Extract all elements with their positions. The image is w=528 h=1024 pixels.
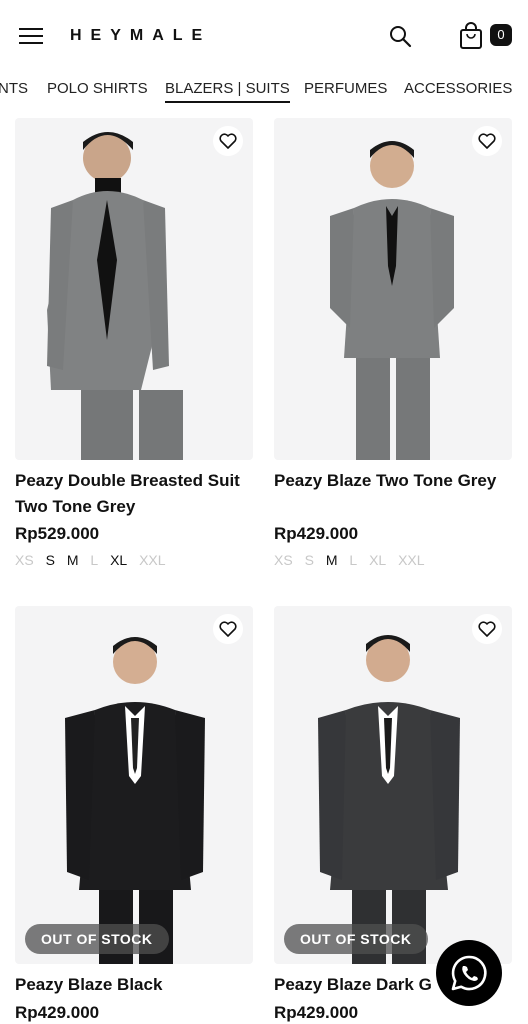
- product-image[interactable]: OUT OF STOCK: [274, 606, 512, 964]
- product-image[interactable]: [274, 118, 512, 460]
- hamburger-menu-icon[interactable]: [19, 28, 43, 44]
- size-option[interactable]: S: [305, 552, 314, 568]
- top-header: HEYMALE 0: [0, 0, 528, 70]
- size-list: XS S M L XL XXL: [274, 552, 433, 568]
- size-option[interactable]: XS: [274, 552, 293, 568]
- tab-perfumes[interactable]: PERFUMES: [304, 80, 387, 97]
- cart-count-badge: 0: [490, 24, 512, 46]
- product-name[interactable]: Peazy Blaze Black: [15, 972, 253, 998]
- product-image[interactable]: [15, 118, 253, 460]
- product-name[interactable]: Peazy Blaze Two Tone Grey: [274, 468, 512, 494]
- tab-pants[interactable]: NTS: [0, 80, 28, 97]
- out-of-stock-badge: OUT OF STOCK: [25, 924, 169, 954]
- size-option[interactable]: XS: [15, 552, 34, 568]
- size-option[interactable]: XXL: [139, 552, 165, 568]
- brand-logo[interactable]: HEYMALE: [70, 27, 211, 45]
- favorite-heart-icon[interactable]: [472, 126, 502, 156]
- favorite-heart-icon[interactable]: [472, 614, 502, 644]
- tab-accessories[interactable]: ACCESSORIES: [404, 80, 512, 97]
- tab-polo-shirts[interactable]: POLO SHIRTS: [47, 80, 148, 97]
- product-price: Rp429.000: [15, 1003, 100, 1022]
- size-option[interactable]: XL: [369, 552, 386, 568]
- product-price: Rp429.000: [274, 524, 359, 543]
- out-of-stock-badge: OUT OF STOCK: [284, 924, 428, 954]
- whatsapp-icon: [451, 955, 487, 991]
- size-option[interactable]: M: [67, 552, 79, 568]
- product-price: Rp429.000: [274, 1003, 359, 1022]
- whatsapp-chat-button[interactable]: [436, 940, 502, 1006]
- size-option[interactable]: S: [46, 552, 55, 568]
- product-price: Rp529.000: [15, 524, 100, 543]
- size-option[interactable]: XL: [110, 552, 127, 568]
- size-option[interactable]: L: [349, 552, 357, 568]
- size-option[interactable]: M: [326, 552, 338, 568]
- shopping-bag-icon[interactable]: [458, 22, 484, 50]
- size-list: XS S M L XL XXL: [15, 552, 174, 568]
- search-icon[interactable]: [388, 24, 412, 48]
- category-tabs: NTS POLO SHIRTS BLAZERS | SUITS PERFUMES…: [0, 74, 528, 108]
- tab-blazers-suits[interactable]: BLAZERS | SUITS: [165, 80, 290, 103]
- favorite-heart-icon[interactable]: [213, 126, 243, 156]
- favorite-heart-icon[interactable]: [213, 614, 243, 644]
- product-name[interactable]: Peazy Double Breasted Suit Two Tone Grey: [15, 468, 253, 520]
- size-option[interactable]: L: [90, 552, 98, 568]
- size-option[interactable]: XXL: [398, 552, 424, 568]
- product-image[interactable]: OUT OF STOCK: [15, 606, 253, 964]
